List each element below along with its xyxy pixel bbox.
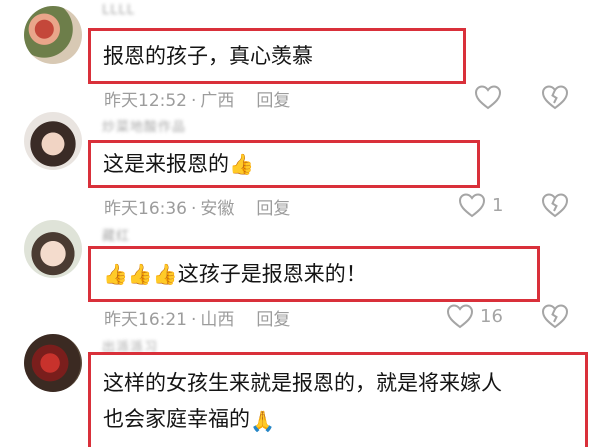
username[interactable]: LLLL (102, 3, 135, 18)
heart-icon (474, 85, 502, 110)
folded-hands-icon: 🙏 (250, 409, 275, 433)
comment-meta: 昨天16:36 · 安徽 回复 (104, 194, 290, 219)
broken-heart-icon (541, 85, 569, 110)
comment-location: 广西 (200, 91, 235, 111)
thumbs-up-icon: 👍 (152, 262, 178, 286)
thumbs-up-icon: 👍 (229, 152, 254, 176)
like-count: 1 (492, 194, 504, 216)
username[interactable]: 炒菜地酸作品 (102, 116, 186, 135)
separator: · (191, 91, 197, 111)
avatar[interactable] (24, 112, 82, 170)
avatar[interactable] (24, 6, 82, 64)
comment-text-highlight: 报恩的孩子，真心羡慕 (88, 28, 466, 84)
comment-location: 安徽 (200, 199, 235, 219)
comment-text: 这是来报恩的 (103, 152, 229, 176)
like-button[interactable]: 16 (446, 303, 503, 329)
separator: · (191, 199, 197, 219)
comment-meta: 昨天12:52 · 广西 回复 (104, 86, 290, 111)
comment-text-line: 这样的女孩生来就是报恩的，就是将来嫁人 (103, 371, 502, 395)
comment-meta: 昨天16:21 · 山西 回复 (104, 305, 290, 330)
like-button[interactable]: 1 (458, 192, 503, 218)
thumbs-up-icon: 👍 (127, 262, 153, 286)
comment-text: 报恩的孩子，真心羡慕 (103, 44, 313, 68)
comment-text-highlight: 👍 👍 👍 这孩子是报恩来的！ (88, 246, 540, 302)
like-button[interactable] (474, 84, 502, 110)
comment-time: 昨天16:21 (104, 310, 187, 330)
comment-text-highlight: 这样的女孩生来就是报恩的，就是将来嫁人 也会家庭幸福的🙏 (88, 352, 588, 447)
comment-text-highlight: 这是来报恩的 👍 (88, 140, 480, 188)
reply-button[interactable]: 回复 (256, 310, 290, 330)
reply-button[interactable]: 回复 (256, 91, 290, 111)
heart-icon (458, 193, 486, 218)
broken-heart-icon (541, 304, 569, 329)
comment-time: 昨天12:52 (104, 91, 187, 111)
avatar[interactable] (24, 220, 82, 278)
comment-text-line: 也会家庭幸福的 (103, 407, 250, 431)
separator: · (191, 310, 197, 330)
dislike-button[interactable] (541, 303, 569, 333)
avatar[interactable] (24, 334, 82, 392)
dislike-button[interactable] (541, 84, 569, 114)
heart-icon (446, 304, 474, 329)
broken-heart-icon (541, 193, 569, 218)
reply-button[interactable]: 回复 (256, 199, 290, 219)
comment-text: 这孩子是报恩来的！ (177, 262, 367, 286)
username[interactable]: 藏红 (102, 225, 130, 244)
comment-time: 昨天16:36 (104, 199, 187, 219)
like-count: 16 (480, 305, 503, 327)
dislike-button[interactable] (541, 192, 569, 222)
thumbs-up-icon: 👍 (103, 262, 128, 286)
comment-location: 山西 (200, 310, 235, 330)
